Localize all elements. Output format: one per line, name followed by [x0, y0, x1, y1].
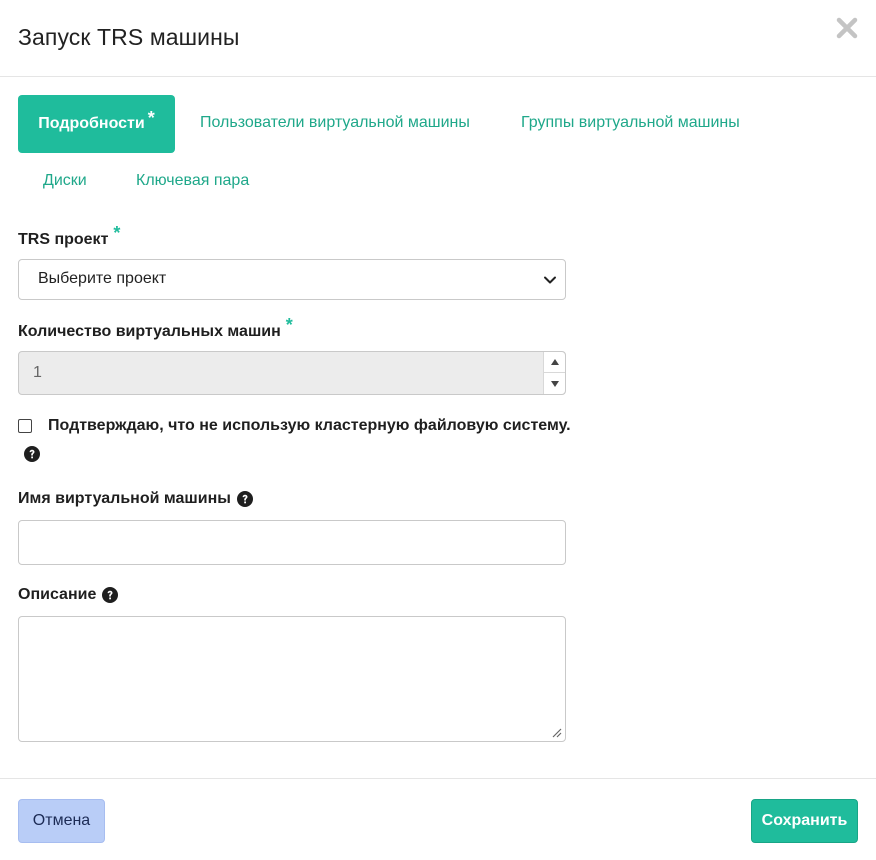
required-mark: *: [113, 223, 121, 243]
vm-count-stepper[interactable]: 1: [18, 351, 566, 395]
description-textarea[interactable]: [18, 616, 566, 742]
project-select-value: Выберите проект: [38, 270, 167, 287]
tab-details-label: Подробности: [38, 115, 145, 132]
close-button[interactable]: [832, 14, 862, 44]
vm-name-input[interactable]: [18, 520, 566, 565]
dialog-title: Запуск TRS машины: [18, 24, 240, 50]
stepper-down-button[interactable]: [543, 373, 565, 394]
vm-count-value: 1: [33, 364, 42, 381]
dialog-header: Запуск TRS машины: [0, 0, 876, 77]
vm-name-label: Имя виртуальной машины: [18, 490, 253, 508]
vm-count-label-text: Количество виртуальных машин: [18, 322, 281, 340]
caret-up-icon: [550, 359, 559, 365]
help-icon[interactable]: [236, 491, 253, 507]
tab-vm-groups[interactable]: Группы виртуальной машины: [521, 114, 740, 132]
required-mark: *: [285, 315, 293, 335]
launch-trs-dialog: Запуск TRS машины Подробности * Пользоват…: [0, 0, 876, 860]
tab-details[interactable]: Подробности *: [18, 95, 175, 153]
confirm-checkbox[interactable]: [18, 419, 32, 433]
tab-keypair[interactable]: Ключевая пара: [136, 172, 249, 190]
tab-keypair-label: Ключевая пара: [136, 172, 250, 189]
tab-vm-groups-label: Группы виртуальной машины: [521, 114, 740, 131]
cancel-button[interactable]: Отмена: [18, 799, 105, 843]
project-select[interactable]: Выберите проект: [18, 259, 566, 300]
caret-down-icon: [550, 380, 559, 387]
vm-name-label-text: Имя виртуальной машины: [18, 490, 231, 507]
help-icon[interactable]: [102, 587, 119, 603]
chevron-down-icon: [544, 276, 556, 284]
description-label-text: Описание: [18, 586, 97, 603]
dialog-footer: Отмена Сохранить: [0, 778, 876, 860]
tab-disks[interactable]: Диски: [43, 172, 87, 190]
project-label-text: TRS проект: [18, 230, 109, 248]
tab-vm-users-label: Пользователи виртуальной машины: [200, 114, 470, 131]
required-mark: *: [147, 107, 155, 128]
help-icon[interactable]: [24, 446, 40, 462]
resize-handle-icon[interactable]: [552, 728, 562, 738]
confirm-checkbox-label: Подтверждаю, что не использую кластерную…: [48, 417, 571, 434]
tab-disks-label: Диски: [43, 172, 87, 189]
project-label: TRS проект *: [18, 223, 120, 250]
close-icon: [836, 17, 858, 38]
vm-count-label: Количество виртуальных машин *: [18, 315, 293, 342]
save-button[interactable]: Сохранить: [751, 799, 858, 843]
description-label: Описание: [18, 586, 119, 604]
tab-vm-users[interactable]: Пользователи виртуальной машины: [200, 114, 470, 132]
stepper-up-button[interactable]: [543, 352, 565, 373]
